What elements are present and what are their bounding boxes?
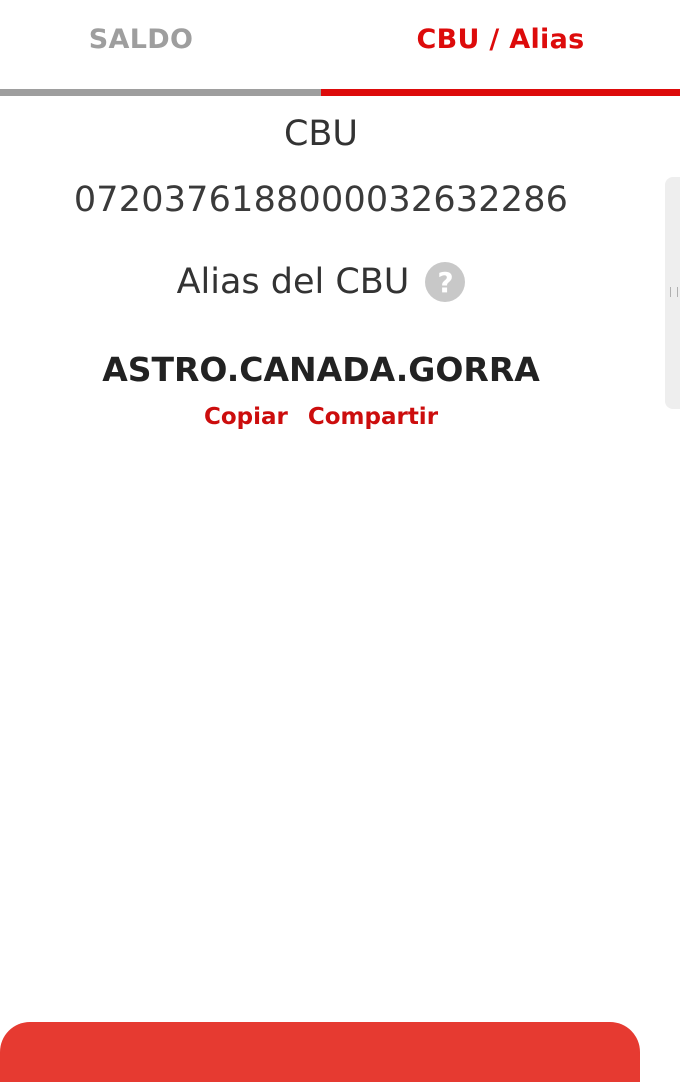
cbu-alias-panel: CBU 0720376188000032632286 Alias del CBU…	[0, 96, 642, 430]
cbu-number: 0720376188000032632286	[73, 180, 569, 220]
question-circle-icon[interactable]: ?	[425, 262, 466, 302]
cbu-title: CBU	[283, 114, 359, 154]
copy-button[interactable]: Copiar	[204, 404, 288, 430]
alias-value: ASTRO.CANADA.GORRA	[102, 350, 540, 389]
tab-cbu-alias-underline	[321, 89, 680, 96]
tab-saldo-underline	[0, 89, 321, 96]
bottom-action-button[interactable]	[0, 1022, 640, 1082]
share-button[interactable]: Compartir	[308, 404, 438, 430]
grip-icon	[670, 287, 678, 297]
alias-label: Alias del CBU	[176, 262, 410, 302]
alias-actions: Copiar Compartir	[0, 404, 642, 430]
side-drawer-handle[interactable]	[665, 177, 680, 409]
tab-saldo-label: SALDO	[88, 24, 194, 55]
tab-saldo[interactable]: SALDO	[0, 0, 321, 96]
alias-label-row: Alias del CBU ?	[0, 260, 642, 304]
tab-cbu-alias[interactable]: CBU / Alias	[321, 0, 680, 96]
tab-cbu-alias-label: CBU / Alias	[416, 24, 585, 55]
tab-bar: SALDO CBU / Alias	[0, 0, 680, 96]
